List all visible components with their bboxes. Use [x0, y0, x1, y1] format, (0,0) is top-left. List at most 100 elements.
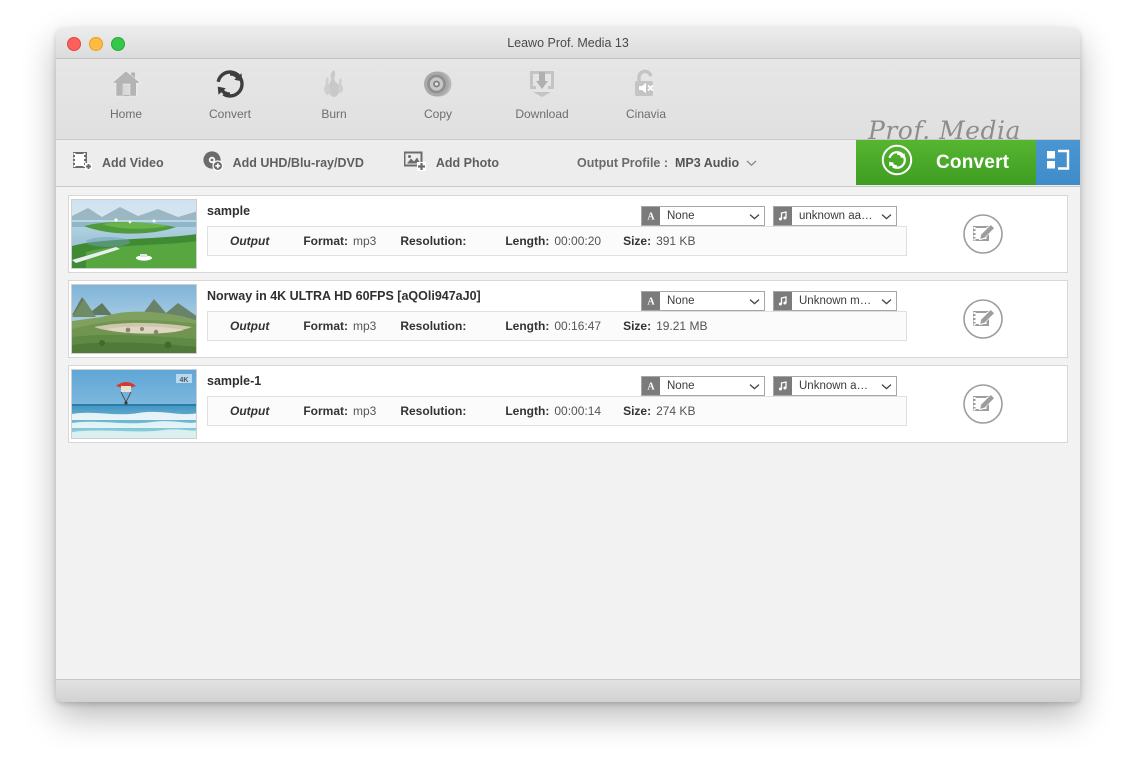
subtitle-track-select[interactable]: A None [641, 376, 765, 396]
toolbar-label-convert: Convert [208, 107, 252, 121]
download-icon [525, 63, 559, 105]
toolbar-item-cinavia[interactable]: Cinavia [594, 63, 698, 135]
audio-track-value: Unknown a… [799, 380, 869, 392]
meta-output-label: Output [230, 404, 270, 418]
panel-layout-icon [1046, 149, 1070, 176]
add-disc-label: Add UHD/Blu-ray/DVD [232, 156, 364, 170]
convert-arrows-icon [213, 63, 247, 105]
subtitle-track-select[interactable]: A None [641, 291, 765, 311]
edit-media-button[interactable] [961, 212, 1005, 256]
edit-media-button[interactable] [961, 382, 1005, 426]
subtitle-track-select[interactable]: A None [641, 206, 765, 226]
chevron-down-icon [876, 383, 896, 390]
svg-text:A: A [647, 382, 655, 393]
photo-add-icon [403, 151, 427, 176]
meta-length-value: 00:00:14 [554, 404, 602, 418]
flame-icon [317, 63, 351, 105]
convert-button[interactable]: Convert [856, 140, 1036, 185]
toolbar-label-cinavia: Cinavia [625, 107, 667, 121]
close-window-button[interactable] [67, 37, 81, 51]
output-profile-label: Output Profile : [577, 156, 669, 170]
toolbar-item-home[interactable]: Home [74, 63, 178, 135]
toolbar-label-download: Download [515, 107, 569, 121]
media-title: Norway in 4K ULTRA HD 60FPS [aQOli947aJ0… [207, 289, 481, 303]
svg-text:4K: 4K [180, 377, 189, 384]
toolbar-item-download[interactable]: Download [490, 63, 594, 135]
table-row[interactable]: 4K sample-1 Output Format: mp3 Resolutio… [68, 365, 1068, 443]
meta-format-value: mp3 [353, 404, 377, 418]
track-selectors: A None Unk [641, 291, 897, 311]
subtitle-icon: A [642, 292, 660, 310]
subtitle-icon: A [642, 377, 660, 395]
add-photo-button[interactable]: Add Photo [403, 140, 500, 186]
meta-size-value: 19.21 MB [656, 319, 708, 333]
chevron-down-icon [876, 298, 896, 305]
home-icon [109, 63, 143, 105]
audio-track-select[interactable]: Unknown m… [773, 291, 897, 311]
window-title: Leawo Prof. Media 13 [507, 36, 629, 50]
toolbar-label-burn: Burn [321, 107, 347, 121]
meta-format-value: mp3 [353, 234, 377, 248]
meta-size-value: 274 KB [656, 404, 696, 418]
table-row[interactable]: Norway in 4K ULTRA HD 60FPS [aQOli947aJ0… [68, 280, 1068, 358]
svg-text:A: A [647, 212, 655, 223]
convert-button-label: Convert [936, 151, 1010, 173]
title-bar: Leawo Prof. Media 13 [56, 28, 1080, 59]
table-row[interactable]: sample Output Format: mp3 Resolution: Le… [68, 195, 1068, 273]
media-title: sample-1 [207, 374, 262, 388]
chevron-down-icon [744, 213, 764, 220]
meta-length-value: 00:00:20 [554, 234, 602, 248]
thumbnail-image: 4K [71, 369, 197, 439]
track-selectors: A None unknown aa… [641, 206, 897, 226]
media-meta: Output Format: mp3 Resolution: Length: 0… [207, 396, 907, 426]
disc-icon [421, 63, 455, 105]
audio-track-select[interactable]: Unknown a… [773, 376, 897, 396]
minimize-window-button[interactable] [89, 37, 103, 51]
maximize-window-button[interactable] [111, 37, 125, 51]
unlock-mute-icon [629, 63, 663, 105]
toolbar-item-copy[interactable]: Copy [386, 63, 490, 135]
track-selectors: A None Unk [641, 376, 897, 396]
meta-resolution-label: Resolution: [400, 319, 467, 333]
meta-format-value: mp3 [353, 319, 377, 333]
subtitle-track-value: None [667, 295, 695, 307]
meta-length-value: 00:16:47 [554, 319, 602, 333]
chevron-down-icon [746, 154, 757, 172]
add-video-label: Add Video [102, 156, 164, 170]
meta-resolution-label: Resolution: [400, 404, 467, 418]
media-title: sample [207, 204, 251, 218]
chevron-down-icon [876, 213, 896, 220]
panel-toggle-button[interactable] [1036, 140, 1080, 185]
edit-media-button[interactable] [961, 297, 1005, 341]
subtitle-track-value: None [667, 210, 695, 222]
convert-circle-icon [880, 143, 914, 182]
window-controls [67, 37, 125, 51]
svg-text:A: A [647, 297, 655, 308]
meta-format-label: Format: [303, 234, 348, 248]
meta-resolution-label: Resolution: [400, 234, 467, 248]
row-details: Norway in 4K ULTRA HD 60FPS [aQOli947aJ0… [197, 281, 1067, 357]
audio-note-icon [774, 377, 792, 395]
meta-output-label: Output [230, 319, 270, 333]
toolbar-label-copy: Copy [423, 107, 452, 121]
media-list: sample Output Format: mp3 Resolution: Le… [56, 187, 1080, 679]
add-disc-button[interactable]: Add UHD/Blu-ray/DVD [202, 140, 364, 186]
meta-size-label: Size: [623, 404, 652, 418]
meta-length-label: Length: [505, 319, 550, 333]
toolbar-item-burn[interactable]: Burn [282, 63, 386, 135]
add-photo-label: Add Photo [435, 156, 500, 170]
status-bar [56, 679, 1080, 702]
meta-output-label: Output [230, 234, 270, 248]
row-details: sample Output Format: mp3 Resolution: Le… [197, 196, 1067, 272]
add-video-button[interactable]: Add Video [72, 140, 164, 186]
output-profile-value: MP3 Audio [675, 156, 740, 170]
output-profile-selector[interactable]: Output Profile : MP3 Audio [577, 140, 757, 186]
meta-length-label: Length: [505, 404, 550, 418]
toolbar-item-convert[interactable]: Convert [178, 63, 282, 135]
meta-length-label: Length: [505, 234, 550, 248]
audio-track-value: Unknown m… [799, 295, 872, 307]
row-details: sample-1 Output Format: mp3 Resolution: … [197, 366, 1067, 442]
chevron-down-icon [744, 383, 764, 390]
thumbnail-image [71, 284, 197, 354]
audio-track-select[interactable]: unknown aa… [773, 206, 897, 226]
